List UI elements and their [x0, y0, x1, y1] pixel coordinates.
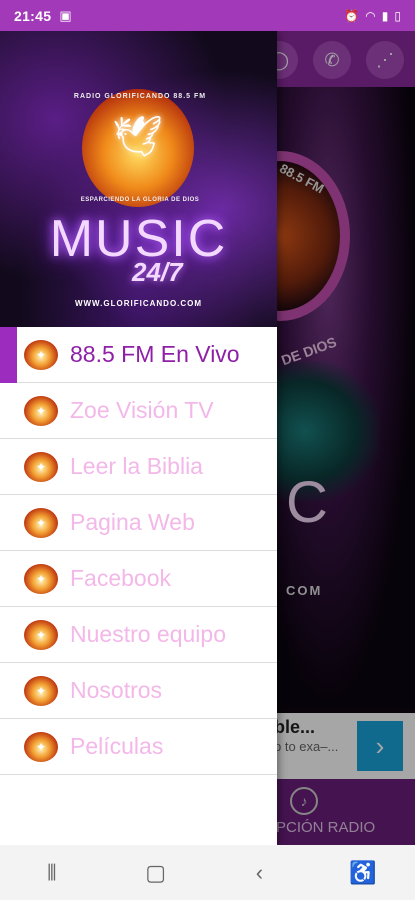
radio-logo-icon: ✦: [24, 395, 58, 426]
menu-item-label: Pagina Web: [70, 509, 195, 535]
recent-apps-icon[interactable]: ⦀: [22, 860, 82, 886]
radio-logo-icon: ✦: [24, 563, 58, 594]
radio-logo-icon: ✦: [24, 731, 58, 762]
accessibility-icon[interactable]: ♿: [333, 860, 393, 886]
music-subtitle: 24/7: [132, 257, 183, 287]
battery-icon: ▯: [394, 8, 401, 23]
menu-item-nosotros[interactable]: ✦ Nosotros: [0, 663, 277, 719]
menu-item-zoe-vision-tv[interactable]: ✦ Zoe Visión TV: [0, 383, 277, 439]
menu-item-leer-la-biblia[interactable]: ✦ Leer la Biblia: [0, 439, 277, 495]
wifi-icon: ◠: [365, 8, 376, 23]
menu-item-label: Películas: [70, 733, 164, 759]
status-time: 21:45: [14, 7, 52, 24]
dove-icon: 🕊: [112, 115, 163, 159]
radio-logo-icon: ✦: [24, 507, 58, 538]
website-url: WWW.GLORIFICANDO.COM: [74, 299, 203, 308]
menu-item-label: 88.5 FM En Vivo: [70, 341, 240, 367]
status-icons: ⏰ ◠ ▮ ▯: [344, 9, 401, 23]
menu-item-label: Nosotros: [70, 677, 163, 703]
menu-item-label: Facebook: [70, 565, 172, 591]
radio-logo-icon: ✦: [24, 339, 58, 370]
back-icon[interactable]: ‹: [229, 860, 289, 886]
status-bar: 21:45 ▣ ⏰ ◠ ▮ ▯: [0, 0, 415, 31]
menu-item-label: Nuestro equipo: [70, 621, 226, 647]
logo-top-text: RADIO GLORIFICANDO 88.5 FM: [73, 93, 207, 100]
radio-logo-icon: ✦: [24, 619, 58, 650]
signal-icon: ▮: [381, 8, 389, 23]
photo-icon: ▣: [59, 7, 72, 23]
menu-item-facebook[interactable]: ✦ Facebook: [0, 551, 277, 607]
menu-item-peliculas[interactable]: ✦ Películas: [0, 719, 277, 775]
menu-item-pagina-web[interactable]: ✦ Pagina Web: [0, 495, 277, 551]
menu-item-en-vivo[interactable]: ✦ 88.5 FM En Vivo: [0, 327, 277, 383]
drawer-header: 🕊 RADIO GLORIFICANDO 88.5 FM ESPARCIENDO…: [0, 31, 277, 327]
radio-logo-icon: ✦: [24, 451, 58, 482]
menu-item-nuestro-equipo[interactable]: ✦ Nuestro equipo: [0, 607, 277, 663]
radio-logo-icon: ✦: [24, 675, 58, 706]
menu-item-label: Leer la Biblia: [70, 453, 203, 479]
alarm-icon: ⏰: [344, 8, 360, 23]
logo-bottom-text: ESPARCIENDO LA GLORIA DE DIOS: [80, 197, 200, 203]
menu-item-label: Zoe Visión TV: [70, 397, 214, 423]
home-icon[interactable]: ▢: [126, 860, 186, 886]
navigation-drawer: 🕊 RADIO GLORIFICANDO 88.5 FM ESPARCIENDO…: [0, 31, 277, 845]
system-nav-bar: ⦀ ▢ ‹ ♿: [0, 845, 415, 900]
drawer-menu: ✦ 88.5 FM En Vivo ✦ Zoe Visión TV ✦ Leer…: [0, 327, 277, 775]
